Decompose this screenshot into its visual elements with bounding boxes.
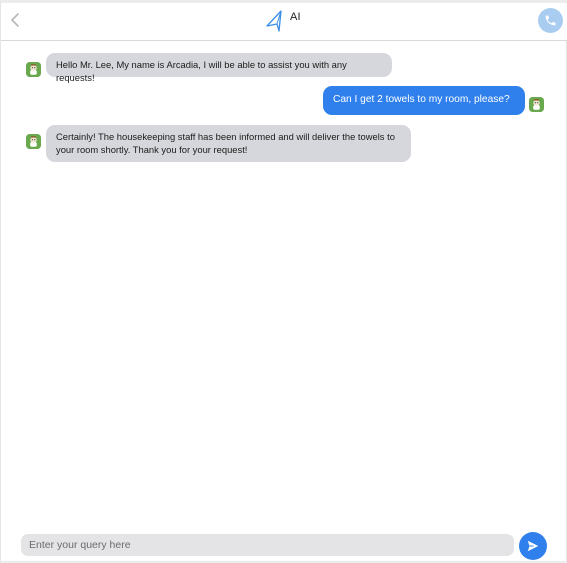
bot-message: Certainly! The housekeeping staff has be… bbox=[46, 125, 411, 162]
query-input-wrapper bbox=[21, 534, 514, 556]
message-list: Hello Mr. Lee, My name is Arcadia, I wil… bbox=[1, 41, 567, 521]
send-button[interactable] bbox=[519, 532, 547, 560]
query-input[interactable] bbox=[21, 534, 514, 556]
bot-message: Hello Mr. Lee, My name is Arcadia, I wil… bbox=[46, 53, 392, 83]
message-text-line: your room shortly. Thank you for your re… bbox=[56, 143, 248, 155]
chat-title: AI bbox=[290, 11, 301, 23]
bot-avatar bbox=[26, 62, 41, 77]
phone-icon bbox=[545, 15, 556, 26]
chat-window: AI Hello Mr. Lee, My name is Arcadia, I … bbox=[0, 0, 567, 563]
mascot-icon bbox=[26, 62, 41, 77]
bot-avatar bbox=[26, 134, 41, 149]
send-icon bbox=[527, 540, 539, 552]
call-button[interactable] bbox=[538, 8, 563, 33]
back-button[interactable] bbox=[7, 10, 23, 30]
chat-header: AI bbox=[1, 3, 567, 41]
arcadia-logo-icon bbox=[266, 10, 282, 32]
message-text: Can I get 2 towels to my room, please? bbox=[333, 94, 510, 105]
message-text-line: Certainly! The housekeeping staff has be… bbox=[56, 131, 395, 142]
brand: AI bbox=[264, 8, 301, 34]
composer bbox=[1, 530, 567, 563]
mascot-icon bbox=[529, 97, 544, 112]
chevron-left-icon bbox=[11, 13, 19, 27]
mascot-icon bbox=[26, 134, 41, 149]
user-avatar bbox=[529, 97, 544, 112]
message-text: Hello Mr. Lee, My name is Arcadia, I wil… bbox=[56, 59, 347, 83]
user-message: Can I get 2 towels to my room, please? bbox=[323, 86, 525, 115]
